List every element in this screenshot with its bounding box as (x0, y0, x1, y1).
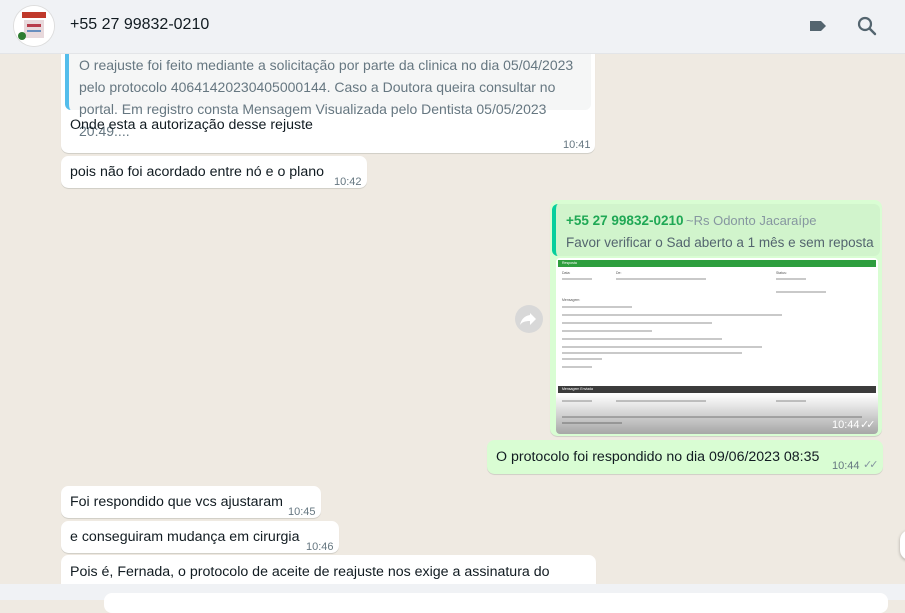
message-time: 10:42 (334, 176, 362, 188)
message-list[interactable]: O reajuste foi feito mediante a solicita… (0, 54, 905, 584)
message-text: pois não foi acordado entre nó e o plano (70, 164, 324, 180)
doc-section-title: Mensagem Enviada (562, 387, 593, 391)
doc-section-title: Resposta (562, 261, 577, 265)
chat-header: +55 27 99832-0210 (0, 0, 905, 54)
quoted-message[interactable]: O reajuste foi feito mediante a solicita… (65, 54, 591, 139)
message-time: 10:44 (832, 419, 860, 431)
message-time: 10:45 (288, 506, 316, 518)
message-text: O protocolo foi respondido no dia 09/06/… (496, 449, 820, 465)
message-text: e conseguiram mudança em cirurgia (70, 529, 300, 545)
doc-label: De: (616, 271, 622, 275)
message-text: Onde esta a autorização desse rejuste (70, 117, 313, 133)
quoted-text: Favor verificar o Sad aberto a 1 mês e s… (566, 235, 874, 250)
forward-button[interactable] (515, 305, 543, 333)
message-incoming[interactable]: pois não foi acordado entre nó e o plano… (61, 156, 367, 188)
message-outgoing[interactable]: O protocolo foi respondido no dia 09/06/… (487, 440, 883, 474)
message-text: Pois é, Fernada, o protocolo de aceite d… (70, 564, 550, 580)
doc-header-bar (558, 260, 876, 267)
quoted-author: +55 27 99832-0210 (566, 213, 684, 228)
message-time: 10:41 (563, 139, 591, 151)
quoted-message[interactable]: +55 27 99832-0210 ~Rs Odonto Jacaraípe F… (552, 204, 880, 256)
image-attachment[interactable]: Resposta Data: De: Status: Mensagem: Men… (556, 258, 878, 434)
scroll-down-button[interactable] (900, 530, 905, 560)
message-text: Foi respondido que vcs ajustaram (70, 494, 283, 510)
read-ticks-icon: ✓✓ (863, 459, 879, 471)
doc-label: Data: (562, 271, 571, 275)
message-incoming[interactable]: Pois é, Fernada, o protocolo de aceite d… (61, 555, 596, 584)
label-icon[interactable] (806, 14, 830, 38)
doc-label: Mensagem: (562, 298, 581, 302)
image-shade (556, 394, 878, 434)
message-incoming[interactable]: e conseguiram mudança em cirurgia 10:46 (61, 521, 339, 553)
avatar[interactable] (14, 6, 54, 46)
message-input[interactable] (104, 593, 888, 613)
doc-header-bar (558, 386, 876, 393)
message-incoming[interactable]: O reajuste foi feito mediante a solicita… (61, 54, 595, 153)
message-time: 10:44 (832, 460, 860, 472)
search-icon[interactable] (855, 14, 879, 38)
contact-name[interactable]: +55 27 99832-0210 (70, 16, 209, 34)
message-incoming[interactable]: Foi respondido que vcs ajustaram 10:45 (61, 486, 321, 518)
quoted-author-alias: ~Rs Odonto Jacaraípe (686, 213, 817, 228)
read-ticks-icon: ✓✓ (860, 419, 876, 431)
doc-label: Status: (776, 271, 787, 275)
